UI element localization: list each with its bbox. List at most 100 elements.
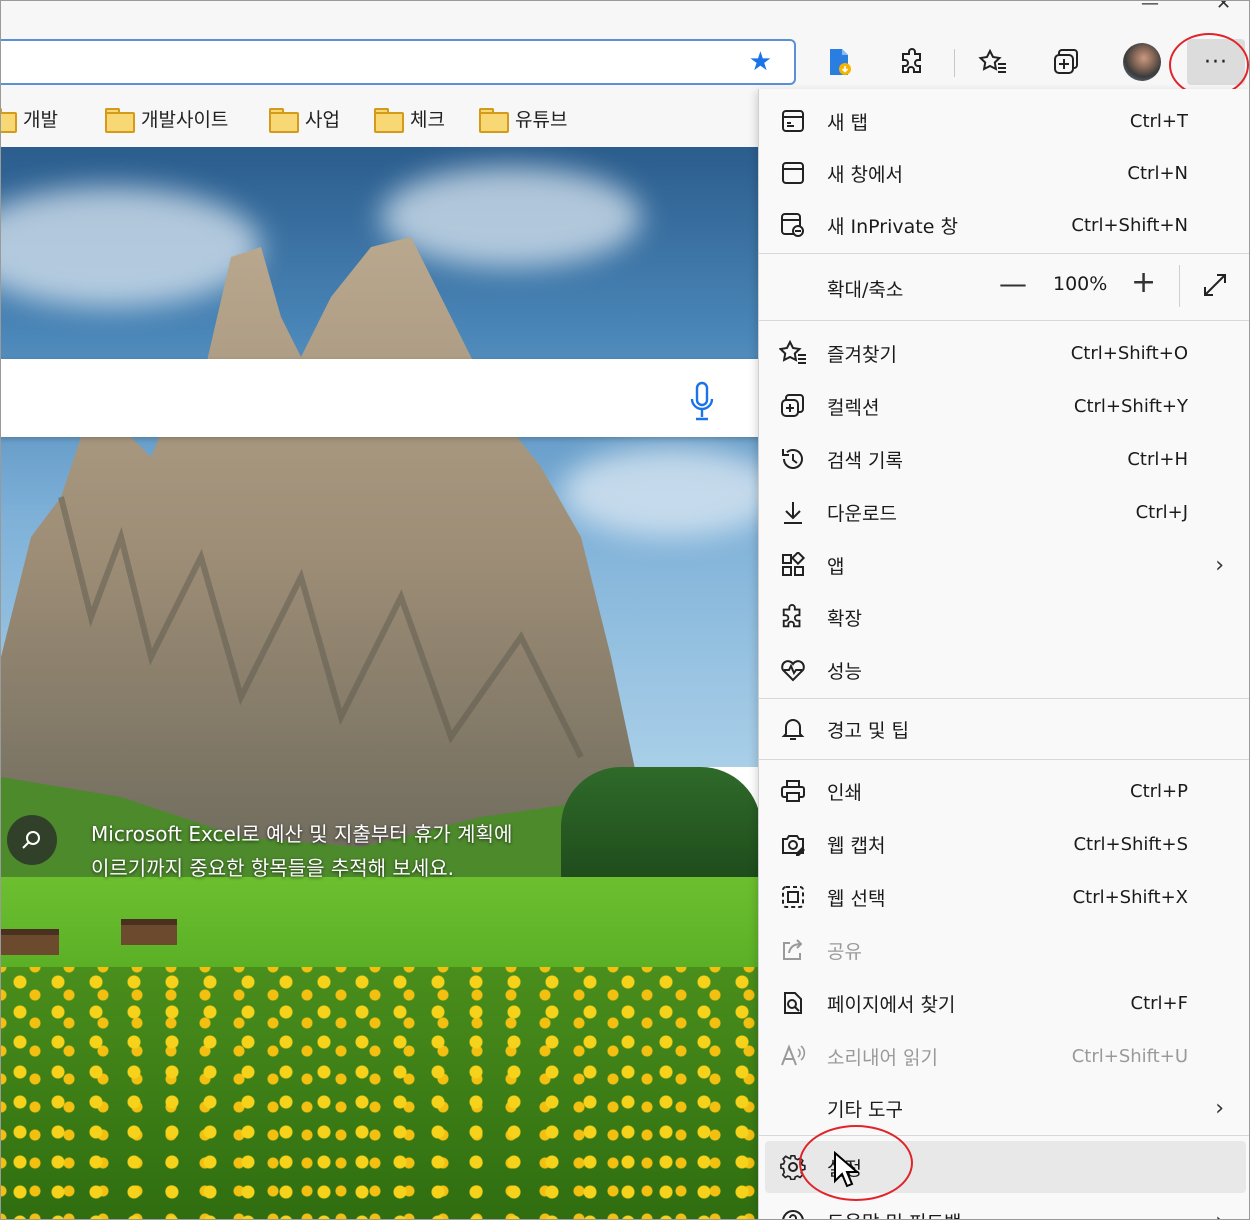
hut <box>1 929 59 955</box>
extensions-icon[interactable] <box>896 45 930 79</box>
read-aloud-icon <box>779 1042 807 1070</box>
address-bar[interactable]: ★ <box>1 39 796 85</box>
menu-item-label: 페이지에서 찾기 <box>827 993 956 1016</box>
menu-item-performance[interactable]: 성능 <box>759 644 1249 696</box>
menu-item-read-aloud[interactable]: 소리내어 읽기 Ctrl+Shift+U <box>759 1030 1249 1082</box>
menu-item-shortcut: Ctrl+Shift+U <box>1071 1045 1188 1067</box>
history-icon <box>779 445 807 473</box>
menu-item-shortcut: Ctrl+P <box>1130 780 1188 802</box>
microphone-icon[interactable] <box>689 381 715 421</box>
zoom-label: 확대/축소 <box>827 279 904 301</box>
apps-icon <box>779 551 807 579</box>
toolbar: ★ ··· <box>1 31 1249 97</box>
menu-item-new-tab[interactable]: 새 탭 Ctrl+T <box>759 95 1249 147</box>
favorites-icon[interactable] <box>976 45 1010 79</box>
minimize-button[interactable]: — <box>1141 1 1159 14</box>
share-icon <box>779 936 807 964</box>
menu-divider <box>759 698 1249 699</box>
performance-icon <box>779 656 807 684</box>
new-tab-icon <box>779 107 807 135</box>
menu-item-label: 확장 <box>827 607 862 630</box>
menu-item-label: 공유 <box>827 940 862 963</box>
menu-item-label: 인쇄 <box>827 781 862 804</box>
zoom-divider <box>1179 265 1180 307</box>
bookmark-folder[interactable]: 개발사이트 <box>105 105 229 133</box>
profile-avatar[interactable] <box>1123 43 1161 81</box>
menu-item-new-window[interactable]: 새 창에서 Ctrl+N <box>759 147 1249 199</box>
menu-item-shortcut: Ctrl+T <box>1129 110 1188 132</box>
menu-item-shortcut: Ctrl+Shift+O <box>1070 342 1188 364</box>
menu-item-history[interactable]: 검색 기록 Ctrl+H <box>759 433 1249 485</box>
menu-item-label: 경고 및 팁 <box>827 719 909 742</box>
menu-item-share[interactable]: 공유 <box>759 924 1249 976</box>
menu-item-more-tools[interactable]: 기타 도구 › <box>759 1082 1249 1134</box>
menu-divider <box>759 1135 1249 1136</box>
bookmark-label: 체크 <box>410 109 445 131</box>
collections-icon[interactable] <box>1049 45 1083 79</box>
printer-icon <box>779 777 807 805</box>
zoom-out-button[interactable]: — <box>999 267 1027 300</box>
extensions-icon <box>779 603 807 631</box>
drive-badge-icon[interactable] <box>823 45 857 79</box>
menu-item-label: 새 탭 <box>827 111 868 134</box>
menu-item-extensions[interactable]: 확장 <box>759 591 1249 643</box>
menu-item-label: 새 창에서 <box>827 163 903 186</box>
chevron-right-icon: › <box>1215 1095 1224 1121</box>
menu-item-label: 새 InPrivate 창 <box>827 215 958 238</box>
flower-field <box>1 967 761 1219</box>
settings-and-more-menu: 새 탭 Ctrl+T 새 창에서 Ctrl+N 새 InPrivate 창 Ct… <box>758 89 1249 1220</box>
browser-window: — ✕ ★ ··· 개발 개발사이트 사업 체크 유튜브 Microsoft E… <box>0 0 1250 1220</box>
new-window-icon <box>779 159 807 187</box>
bookmark-folder[interactable]: 개발 <box>1 105 58 133</box>
menu-item-collections[interactable]: 컬렉션 Ctrl+Shift+Y <box>759 380 1249 432</box>
menu-item-alerts[interactable]: 경고 및 팁 <box>759 703 1249 755</box>
chevron-right-icon: › <box>1215 1209 1224 1220</box>
star-filled-icon[interactable]: ★ <box>749 49 772 75</box>
menu-item-help[interactable]: 도움말 및 피드백 › <box>759 1195 1249 1220</box>
menu-item-label: 도움말 및 피드백 <box>827 1208 961 1220</box>
menu-item-shortcut: Ctrl+F <box>1130 992 1188 1014</box>
menu-item-shortcut: Ctrl+Shift+S <box>1073 833 1188 855</box>
image-tip-text[interactable]: Microsoft Excel로 예산 및 지출부터 휴가 계획에 이르기까지 … <box>91 817 521 885</box>
zoom-control: 확대/축소 — 100% + <box>759 253 1249 319</box>
menu-item-apps[interactable]: 앱 › <box>759 539 1249 591</box>
menu-item-label: 기타 도구 <box>827 1098 903 1121</box>
menu-item-label: 앱 <box>827 555 845 578</box>
menu-item-new-inprivate[interactable]: 새 InPrivate 창 Ctrl+Shift+N <box>759 199 1249 251</box>
menu-item-label: 즐겨찾기 <box>827 343 897 366</box>
menu-item-shortcut: Ctrl+Shift+X <box>1072 886 1188 908</box>
close-button[interactable]: ✕ <box>1216 1 1231 14</box>
menu-item-print[interactable]: 인쇄 Ctrl+P <box>759 765 1249 817</box>
menu-item-find[interactable]: 페이지에서 찾기 Ctrl+F <box>759 977 1249 1029</box>
download-icon <box>779 498 807 526</box>
hut <box>121 919 177 945</box>
bookmark-folder[interactable]: 유튜브 <box>479 105 567 133</box>
menu-item-label: 웹 선택 <box>827 887 886 910</box>
menu-item-label: 검색 기록 <box>827 449 903 472</box>
bookmark-folder[interactable]: 체크 <box>374 105 445 133</box>
menu-item-favorites[interactable]: 즐겨찾기 Ctrl+Shift+O <box>759 327 1249 379</box>
bell-icon <box>779 715 807 743</box>
menu-item-downloads[interactable]: 다운로드 Ctrl+J <box>759 486 1249 538</box>
new-tab-page: Microsoft Excel로 예산 및 지출부터 휴가 계획에 이르기까지 … <box>1 147 761 1219</box>
folder-icon <box>479 108 509 133</box>
search-icon[interactable] <box>7 815 57 865</box>
menu-item-web-capture[interactable]: 웹 캡처 Ctrl+Shift+S <box>759 818 1249 870</box>
chevron-right-icon: › <box>1215 552 1224 578</box>
menu-item-web-select[interactable]: 웹 선택 Ctrl+Shift+X <box>759 871 1249 923</box>
bookmark-label: 사업 <box>305 109 340 131</box>
menu-item-shortcut: Ctrl+Shift+N <box>1071 214 1188 236</box>
settings-and-more-button[interactable]: ··· <box>1187 39 1245 85</box>
bookmark-label: 개발사이트 <box>141 109 229 131</box>
menu-item-label: 컬렉션 <box>827 396 880 419</box>
bookmark-folder[interactable]: 사업 <box>269 105 340 133</box>
menu-item-label: 소리내어 읽기 <box>827 1046 938 1069</box>
zoom-in-button[interactable]: + <box>1131 265 1156 300</box>
forest <box>561 767 761 877</box>
title-bar: — ✕ <box>1 1 1249 31</box>
web-select-icon <box>779 883 807 911</box>
search-box[interactable] <box>1 359 761 437</box>
menu-item-shortcut: Ctrl+Shift+Y <box>1073 395 1188 417</box>
menu-item-label: 성능 <box>827 660 862 683</box>
fullscreen-icon[interactable] <box>1201 271 1229 299</box>
